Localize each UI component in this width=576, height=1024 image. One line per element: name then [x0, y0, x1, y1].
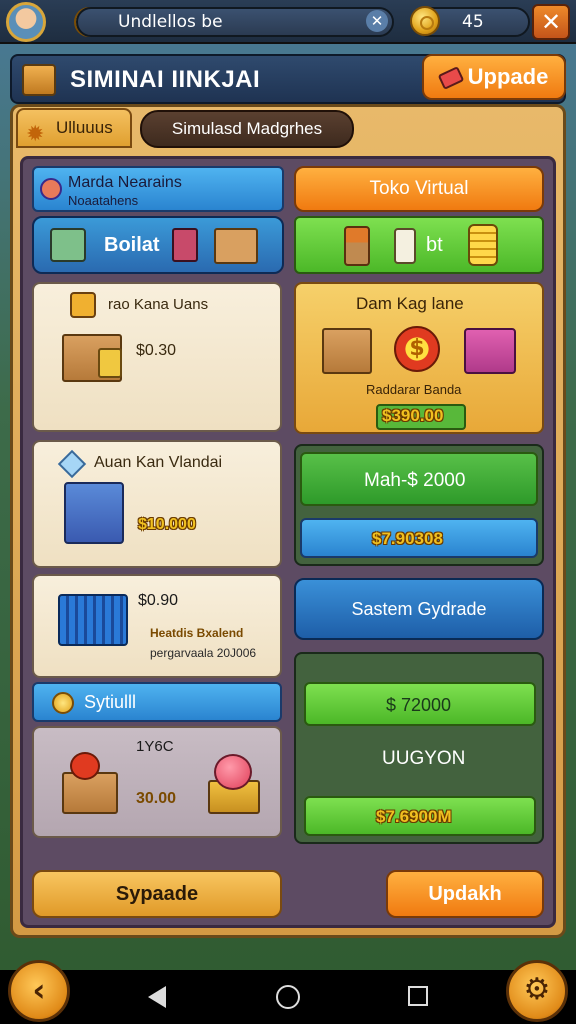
system-upgrade-button[interactable]: Sastem Gydrade: [294, 578, 544, 640]
upgrade-button[interactable]: Uppade: [422, 54, 566, 100]
product-price: $10.000: [138, 516, 196, 533]
tab-simulasd[interactable]: Simulasd Madgrhes: [140, 110, 354, 148]
tab-label: Simulasd Madgrhes: [171, 119, 323, 138]
jar-icon: [70, 292, 96, 318]
tab-ulluuus[interactable]: ✹ Ulluuus: [16, 108, 132, 148]
gear-icon[interactable]: ⚙: [506, 960, 568, 1022]
offer-price: $7.6900M: [376, 807, 452, 826]
coin-icon: [410, 6, 440, 36]
coin-icon: [52, 692, 74, 714]
system-nav-bar: [0, 970, 576, 1024]
boiler-label: Boilat: [104, 234, 160, 256]
sun-icon: ✹: [26, 121, 45, 146]
featured-subtitle: Raddarar Banda: [366, 382, 462, 397]
box-icon: [322, 328, 372, 374]
boiler-button[interactable]: Boilat: [32, 216, 284, 274]
product-title: Auan Kan Vlandai: [94, 454, 223, 471]
product-price: $0.90: [138, 592, 179, 609]
apple-icon: [214, 754, 252, 790]
dollar-coin-icon: $: [394, 326, 440, 372]
nav-home-icon[interactable]: [276, 985, 300, 1009]
title-pill[interactable]: Undlellos be: [76, 7, 394, 37]
nav-recents-icon[interactable]: [408, 986, 428, 1006]
goods-bar[interactable]: bt: [294, 216, 544, 274]
info-title: Marda Nearains: [68, 174, 182, 191]
basket-icon: [58, 594, 128, 646]
offer-title: Mah-$ 2000: [364, 470, 466, 491]
sytiull-label: Sytiulll: [84, 692, 137, 712]
goods-label: bt: [426, 234, 443, 256]
offer-title: UUGYON: [382, 748, 466, 769]
tomato-icon: [70, 752, 100, 780]
box-icon: [214, 228, 258, 264]
diamond-icon: [57, 449, 87, 479]
product-card[interactable]: 1Y6C 30.00: [32, 726, 282, 838]
plant-icon: [344, 226, 370, 266]
sytiull-bar[interactable]: Sytiulll: [32, 682, 282, 722]
featured-card[interactable]: Dam Kag lane $ Raddarar Banda $390.00: [294, 282, 544, 434]
offer-price: $ 72000: [386, 695, 452, 715]
product-line: pergarvaala 20J006: [150, 646, 257, 660]
price-bar: $ 72000: [304, 682, 536, 726]
upgrade-label: Uppade: [467, 64, 549, 89]
book-icon: [22, 64, 56, 96]
product-card[interactable]: rao Kana Uans $0.30: [32, 282, 282, 432]
tab-label: Ulluuus: [56, 118, 113, 137]
x-icon[interactable]: ✕: [366, 10, 388, 32]
info-subtitle: Noaatahens: [68, 193, 139, 208]
toy-box-icon: [464, 328, 516, 374]
offer-price: $7.90308: [372, 529, 443, 548]
updakh-button[interactable]: Updakh: [386, 870, 544, 918]
player-avatar[interactable]: [6, 2, 46, 42]
product-count: 1Y6C: [136, 738, 174, 755]
box-icon: [64, 482, 124, 544]
chevron-left-icon[interactable]: ‹: [8, 960, 70, 1022]
bottle-icon: [394, 228, 416, 264]
featured-price: $390.00: [382, 406, 444, 425]
cup-icon: [98, 348, 122, 378]
tag-icon: [437, 66, 465, 91]
price-bar: $7.6900M: [304, 796, 536, 836]
toko-virtual-button[interactable]: Toko Virtual: [294, 166, 544, 212]
currency-amount: 45: [462, 12, 484, 32]
screen-title: SIMINAI IINKJAI: [70, 66, 261, 93]
info-banner: Marda Nearains Noaatahens: [32, 166, 284, 212]
top-title: Undlellos be: [118, 12, 223, 32]
book-icon: [172, 228, 198, 262]
product-price: 30.00: [136, 790, 177, 807]
button-label: Toko Virtual: [369, 178, 469, 199]
product-line: Heatdis Bxalend: [150, 626, 244, 640]
mah-bar: Mah-$ 2000: [300, 452, 538, 506]
button-label: Sypaade: [115, 883, 199, 905]
close-button[interactable]: ✕: [532, 4, 570, 40]
top-bar: Undlellos be ✕ 45 ✕: [0, 0, 576, 44]
mah-price-bar: $7.90308: [300, 518, 538, 558]
product-price: $0.30: [136, 342, 177, 359]
product-title: rao Kana Uans: [108, 296, 209, 313]
offer-card[interactable]: Mah-$ 2000 $7.90308: [294, 444, 544, 566]
sypaade-button[interactable]: Sypaade: [32, 870, 282, 918]
offer-card[interactable]: $ 72000 UUGYON $7.6900M: [294, 652, 544, 844]
button-label: Updakh: [428, 883, 502, 905]
button-label: Sastem Gydrade: [351, 599, 487, 619]
featured-title: Dam Kag lane: [356, 294, 464, 313]
photo-icon: [50, 228, 86, 262]
product-card[interactable]: Auan Kan Vlandai $10.000: [32, 440, 282, 568]
product-card[interactable]: $0.90 Heatdis Bxalend pergarvaala 20J006: [32, 574, 282, 678]
nav-back-icon[interactable]: [148, 986, 166, 1008]
gear-icon: [40, 178, 62, 200]
coin-stack-icon: [468, 224, 498, 266]
